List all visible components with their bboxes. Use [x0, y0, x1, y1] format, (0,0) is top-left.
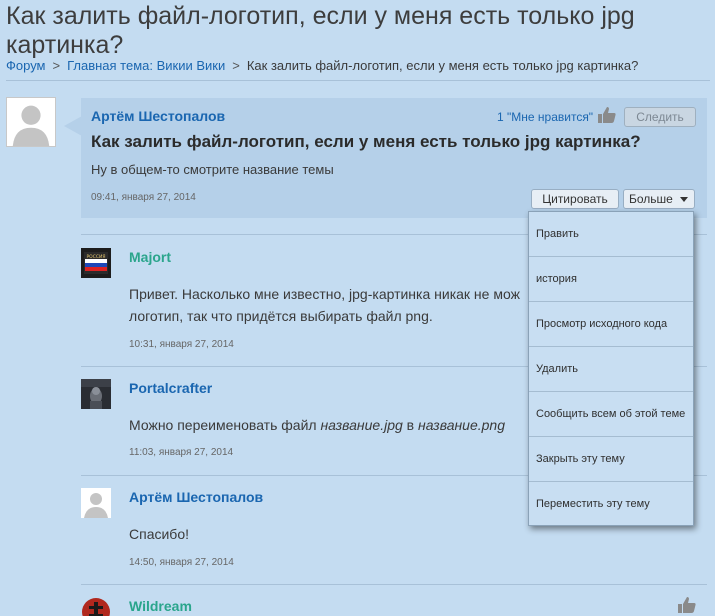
- breadcrumb-separator: >: [52, 58, 61, 73]
- reply-timestamp[interactable]: 14:50, января 27, 2014: [129, 557, 234, 568]
- follow-button[interactable]: Следить: [624, 107, 696, 127]
- menu-item-move-thread[interactable]: Переместить эту тему: [529, 482, 693, 527]
- reply-avatar[interactable]: [81, 488, 111, 518]
- reply-timestamp[interactable]: 10:31, января 27, 2014: [129, 339, 234, 350]
- menu-item-notify-all[interactable]: Сообщить всем об этой теме: [529, 392, 693, 437]
- op-title: Как залить файл-логотип, если у меня ест…: [91, 132, 641, 151]
- more-button[interactable]: Больше: [623, 189, 695, 209]
- op-author-link[interactable]: Артём Шестопалов: [91, 108, 225, 124]
- more-dropdown-menu: Править история Просмотр исходного кода …: [528, 211, 694, 526]
- reply-avatar[interactable]: [81, 597, 111, 616]
- page-title: Как залить файл-логотип, если у меня ест…: [6, 2, 635, 59]
- breadcrumb-main-topic-link[interactable]: Главная тема: Викии Вики: [67, 58, 225, 73]
- likes-count-link[interactable]: 1 "Мне нравится": [497, 110, 593, 124]
- op-bubble-arrow: [64, 116, 82, 136]
- reply-body-line: логотип, так что придётся выбирать файл …: [129, 308, 433, 324]
- reply-body-emphasis: название.png: [418, 417, 506, 433]
- reply-author-link[interactable]: Wildream: [129, 598, 192, 614]
- russia-emblem-icon: РОССИЯ: [81, 248, 111, 278]
- reply-author-link[interactable]: Majort: [129, 249, 171, 265]
- thumbs-up-icon[interactable]: [597, 106, 617, 124]
- breadcrumb-forum-link[interactable]: Форум: [6, 58, 46, 73]
- menu-item-history[interactable]: история: [529, 257, 693, 302]
- reply-avatar[interactable]: [81, 379, 111, 409]
- reply-divider: [81, 584, 707, 585]
- more-button-label: Больше: [629, 192, 673, 206]
- quote-button[interactable]: Цитировать: [531, 189, 619, 209]
- op-body: Ну в общем-то смотрите название темы: [91, 162, 334, 177]
- reply-body-text: в: [402, 417, 418, 433]
- menu-item-close-thread[interactable]: Закрыть эту тему: [529, 437, 693, 482]
- chevron-down-icon: [680, 197, 688, 202]
- reply-body: Можно переименовать файл название.jpg в …: [129, 414, 505, 436]
- reply-body-line: Привет. Насколько мне известно, jpg-карт…: [129, 286, 520, 302]
- emblem-icon: [82, 598, 110, 616]
- user-placeholder-icon: [7, 98, 55, 146]
- reply-body-emphasis: название.jpg: [320, 417, 403, 433]
- menu-item-view-source[interactable]: Просмотр исходного кода: [529, 302, 693, 347]
- op-avatar[interactable]: [6, 97, 56, 147]
- original-post: Артём Шестопалов 1 "Мне нравится" Следит…: [81, 98, 707, 218]
- game-character-icon: [81, 379, 111, 409]
- reply-body: Спасибо!: [129, 526, 189, 542]
- user-placeholder-icon: [81, 488, 111, 518]
- reply-author-link[interactable]: Артём Шестопалов: [129, 489, 263, 505]
- breadcrumb-current: Как залить файл-логотип, если у меня ест…: [246, 58, 639, 73]
- reply-author-link[interactable]: Portalcrafter: [129, 380, 212, 396]
- header-divider: [6, 80, 710, 81]
- breadcrumb-separator: >: [232, 58, 240, 73]
- reply-timestamp[interactable]: 11:03, января 27, 2014: [129, 447, 233, 458]
- op-timestamp[interactable]: 09:41, января 27, 2014: [91, 192, 196, 203]
- thumbs-up-icon[interactable]: [677, 596, 697, 614]
- menu-item-delete[interactable]: Удалить: [529, 347, 693, 392]
- menu-item-edit[interactable]: Править: [529, 212, 693, 257]
- breadcrumb: Форум > Главная тема: Викии Вики > Как залит…: [6, 58, 711, 74]
- avatar-text: РОССИЯ: [86, 254, 105, 260]
- reply-avatar[interactable]: РОССИЯ: [81, 248, 111, 278]
- reply-body-text: Можно переименовать файл: [129, 417, 321, 433]
- reply-body: Привет. Насколько мне известно, jpg-карт…: [129, 283, 520, 327]
